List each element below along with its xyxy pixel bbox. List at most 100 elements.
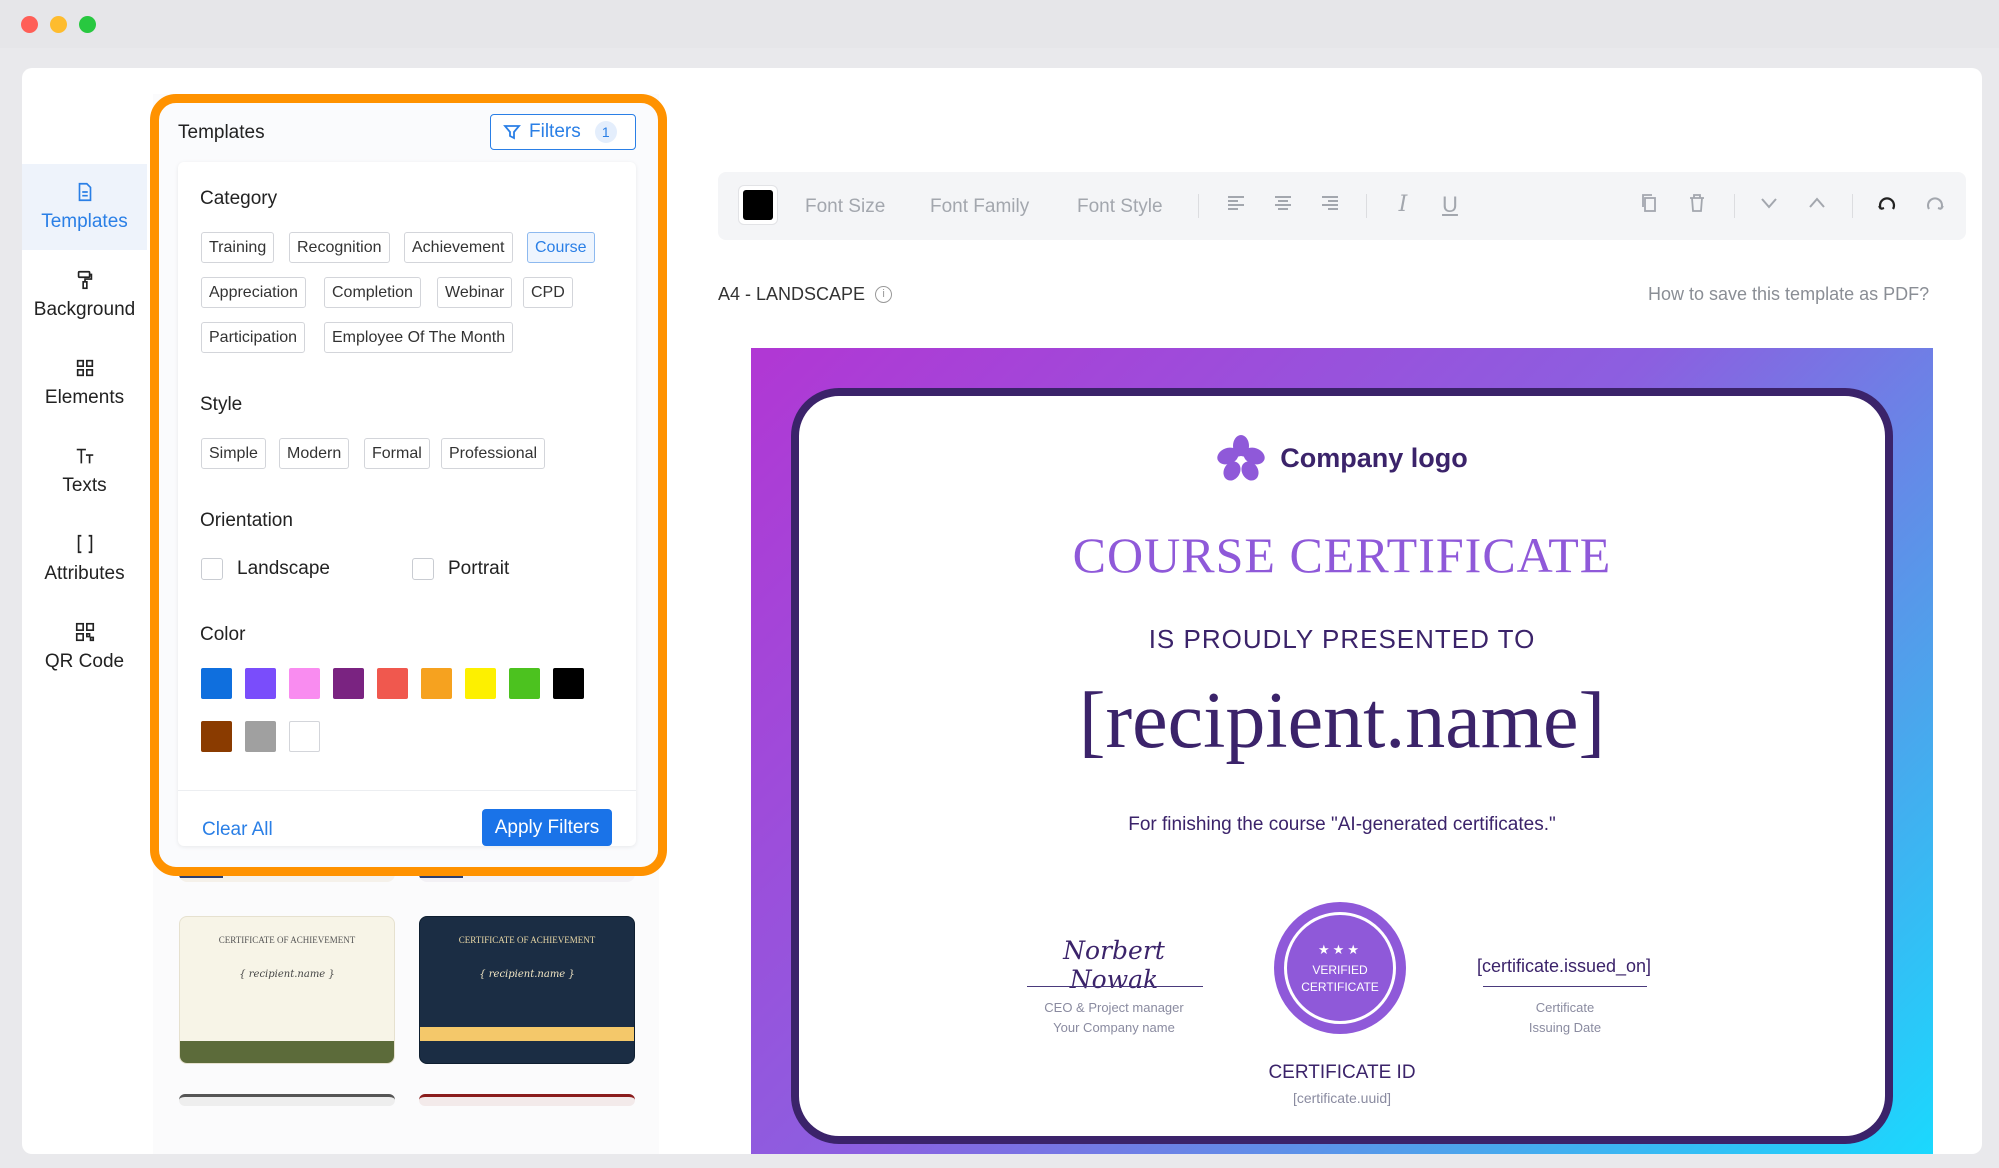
thumbnail-title: CERTIFICATE OF ACHIEVEMENT <box>458 935 596 945</box>
seal-top-text: VERIFIED <box>1312 962 1368 977</box>
sidebar-item-attributes[interactable]: Attributes <box>22 516 147 602</box>
delete-icon[interactable] <box>1684 192 1710 218</box>
issued-on-value[interactable]: [certificate.issued_on] <box>1469 956 1659 977</box>
filter-footer: Clear All Apply Filters <box>178 790 636 846</box>
font-size-select[interactable]: Font Size <box>805 196 885 218</box>
maximize-window-button[interactable] <box>79 16 96 33</box>
style-chip-simple[interactable]: Simple <box>201 438 266 469</box>
elements-icon <box>76 359 93 377</box>
apply-filters-button[interactable]: Apply Filters <box>482 809 612 846</box>
color-heading: Color <box>200 624 246 645</box>
align-left-icon[interactable] <box>1223 192 1249 218</box>
color-swatch[interactable] <box>553 668 584 699</box>
sidebar-item-qr-code[interactable]: QR Code <box>22 604 147 690</box>
clear-all-link[interactable]: Clear All <box>202 819 273 841</box>
template-thumbnail[interactable] <box>179 1094 395 1106</box>
sidebar-item-elements[interactable]: Elements <box>22 340 147 426</box>
portrait-label[interactable]: Portrait <box>448 558 509 580</box>
certificate-id-label[interactable]: CERTIFICATE ID <box>799 1062 1885 1084</box>
underline-icon[interactable]: U <box>1437 192 1463 218</box>
filters-count-badge: 1 <box>594 121 617 143</box>
copy-icon[interactable] <box>1636 192 1662 218</box>
certificate-id-value[interactable]: [certificate.uuid] <box>799 1090 1885 1106</box>
course-description[interactable]: For finishing the course "AI-generated c… <box>799 814 1885 836</box>
paint-roller-icon <box>77 270 92 290</box>
category-chip-appreciation[interactable]: Appreciation <box>201 277 306 308</box>
category-chip-participation[interactable]: Participation <box>201 322 306 353</box>
qr-code-icon <box>75 622 94 642</box>
sidebar-item-templates[interactable]: Templates <box>22 164 147 250</box>
close-window-button[interactable] <box>21 16 38 33</box>
issued-label: Issuing Date <box>1528 1020 1602 1035</box>
landscape-label[interactable]: Landscape <box>237 558 330 580</box>
thumbnail-name: { recipient.name } <box>239 969 335 980</box>
category-chip-webinar[interactable]: Webinar <box>437 277 513 308</box>
recipient-name[interactable]: [recipient.name] <box>799 676 1885 767</box>
toolbar-divider <box>1198 194 1199 218</box>
orientation-heading: Orientation <box>200 510 293 531</box>
template-icon <box>78 182 91 202</box>
filters-button[interactable]: Filters 1 <box>490 114 636 150</box>
color-swatch[interactable] <box>245 668 276 699</box>
font-family-select[interactable]: Font Family <box>930 196 1029 218</box>
filter-icon <box>503 125 521 140</box>
category-chip-completion[interactable]: Completion <box>324 277 421 308</box>
portrait-checkbox[interactable] <box>412 558 434 580</box>
category-chip-course[interactable]: Course <box>527 232 595 263</box>
color-swatch[interactable] <box>377 668 408 699</box>
issued-info[interactable]: Certificate Issuing Date <box>1465 998 1665 1038</box>
company-logo[interactable]: Company logo <box>799 434 1885 482</box>
toolbar-divider <box>1734 194 1735 218</box>
redo-icon[interactable] <box>1922 192 1948 218</box>
signature-line <box>1027 986 1203 987</box>
landscape-checkbox[interactable] <box>201 558 223 580</box>
color-swatch[interactable] <box>289 668 320 699</box>
page-size-text: A4 - LANDSCAPE <box>718 284 866 304</box>
format-toolbar: Font Size Font Family Font Style I U <box>718 172 1966 240</box>
sidebar-item-texts[interactable]: Texts <box>22 428 147 514</box>
color-swatch[interactable] <box>421 668 452 699</box>
category-chip-training[interactable]: Training <box>201 232 275 263</box>
template-thumbnail[interactable] <box>419 1094 635 1106</box>
color-swatch[interactable] <box>201 668 232 699</box>
category-chip-achievement[interactable]: Achievement <box>404 232 513 263</box>
italic-icon[interactable]: I <box>1390 192 1416 218</box>
align-right-icon[interactable] <box>1317 192 1343 218</box>
flower-logo-icon <box>1217 435 1265 481</box>
undo-icon[interactable] <box>1874 192 1900 218</box>
info-icon[interactable]: i <box>875 286 893 303</box>
verified-seal[interactable]: ★★★ VERIFIED CERTIFICATE <box>1274 902 1406 1034</box>
sidebar-item-label: Attributes <box>44 563 125 584</box>
template-thumbnail[interactable]: CERTIFICATE OF ACHIEVEMENT { recipient.n… <box>419 916 635 1064</box>
stars-icon: ★★★ <box>1318 941 1362 957</box>
category-chip-employee-of-the-month[interactable]: Employee Of The Month <box>324 322 514 353</box>
signer-info[interactable]: CEO & Project manager Your Company name <box>1009 998 1219 1038</box>
certificate-title[interactable]: COURSE CERTIFICATE <box>799 526 1885 584</box>
template-thumbnail[interactable]: CERTIFICATE OF ACHIEVEMENT { recipient.n… <box>179 916 395 1064</box>
sidebar-item-background[interactable]: Background <box>22 252 147 338</box>
save-as-pdf-help-link[interactable]: How to save this template as PDF? <box>1648 284 1929 305</box>
minimize-window-button[interactable] <box>50 16 67 33</box>
style-chip-professional[interactable]: Professional <box>441 438 546 469</box>
sidebar-item-label: Texts <box>62 475 107 496</box>
presented-to-text[interactable]: IS PROUDLY PRESENTED TO <box>799 624 1885 655</box>
color-swatch[interactable] <box>333 668 364 699</box>
certificate-canvas[interactable]: Company logo COURSE CERTIFICATE IS PROUD… <box>751 348 1933 1154</box>
category-chip-cpd[interactable]: CPD <box>523 277 573 308</box>
font-style-select[interactable]: Font Style <box>1077 196 1163 218</box>
color-swatch[interactable] <box>289 721 320 752</box>
align-center-icon[interactable] <box>1270 192 1296 218</box>
color-swatch[interactable] <box>465 668 496 699</box>
color-swatch[interactable] <box>509 668 540 699</box>
style-chip-formal[interactable]: Formal <box>364 438 430 469</box>
move-up-icon[interactable] <box>1804 192 1830 218</box>
category-chip-recognition[interactable]: Recognition <box>289 232 390 263</box>
color-swatch[interactable] <box>201 721 232 752</box>
style-heading: Style <box>200 394 243 415</box>
templates-panel-title: Templates <box>178 122 265 143</box>
move-down-icon[interactable] <box>1756 192 1782 218</box>
issued-line <box>1483 986 1647 987</box>
text-color-picker[interactable] <box>738 185 778 225</box>
style-chip-modern[interactable]: Modern <box>279 438 350 469</box>
color-swatch[interactable] <box>245 721 276 752</box>
